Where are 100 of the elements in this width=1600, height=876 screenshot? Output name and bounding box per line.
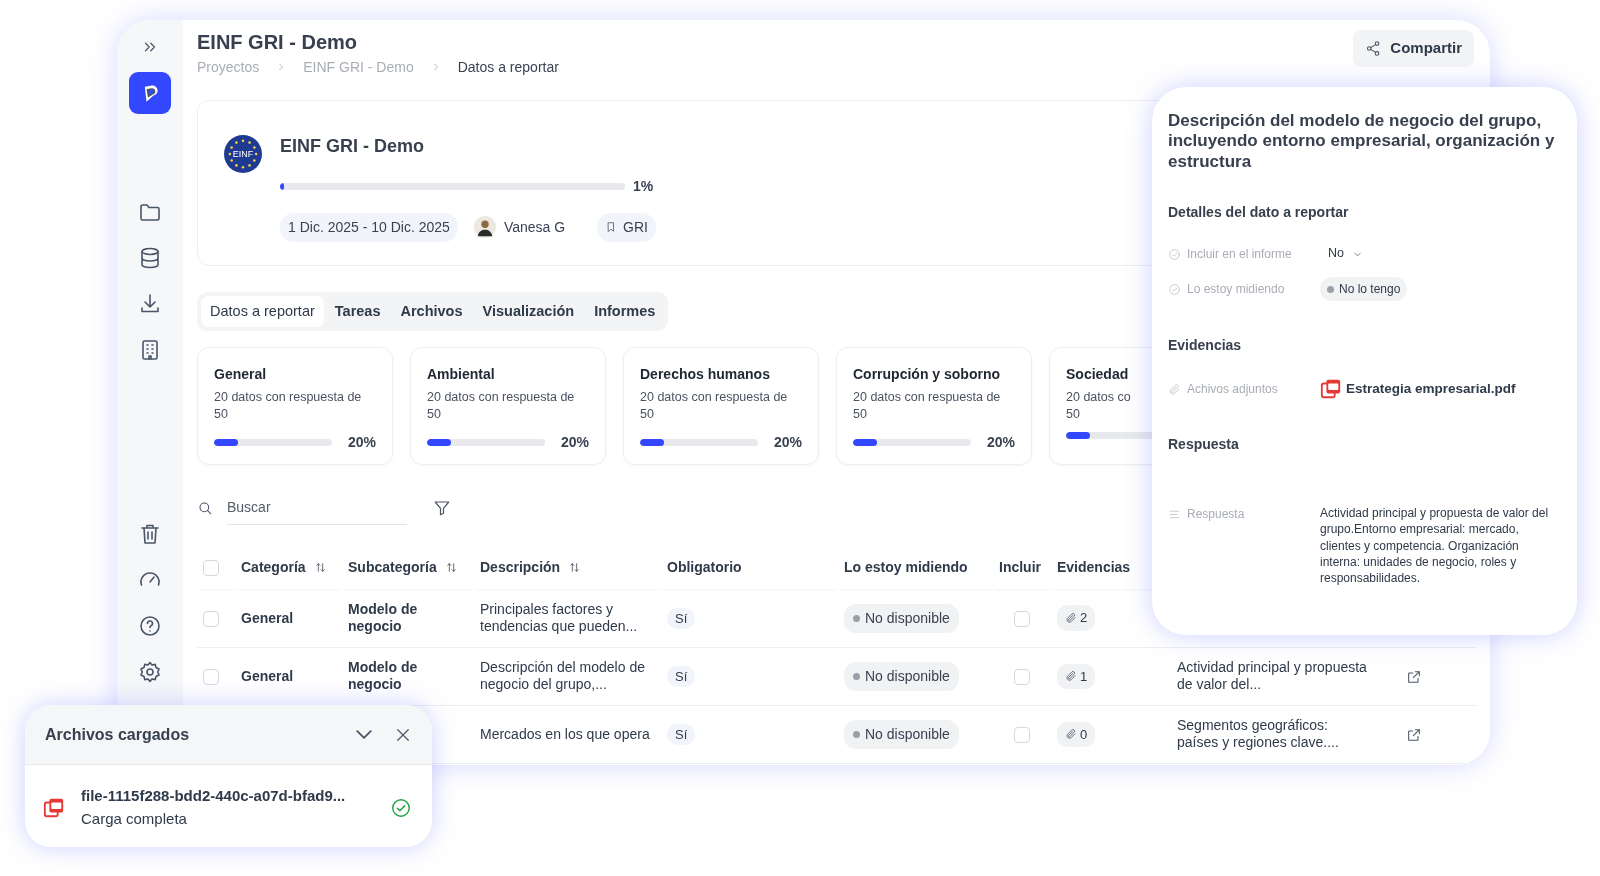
avatar-icon — [473, 216, 496, 238]
table-cell-text: Mercados en los que opera — [480, 725, 651, 743]
field-label: Respuesta — [1187, 506, 1245, 524]
emblem-icon — [224, 134, 262, 173]
evidence-count[interactable]: 1 — [1057, 663, 1096, 689]
paperclip-icon — [1065, 670, 1077, 683]
status-dot — [853, 730, 860, 738]
column-header[interactable]: Descripción — [480, 556, 582, 578]
open-link-button[interactable] — [1406, 669, 1422, 686]
category-title: Ambiental — [427, 365, 496, 385]
page-title: EINF GRI - Demo — [197, 30, 357, 54]
tab[interactable]: Informes — [585, 295, 665, 328]
status-dot — [853, 672, 860, 680]
tab[interactable]: Datos a reportar — [201, 295, 324, 328]
response-text: Actividad principal y propuesta de valor del grupo.Entorno empresarial: mercado, clientes y competencia. Organización interna: unidades de negocio, roles y responsabilidades. — [1320, 505, 1550, 587]
tab[interactable]: Archivos — [391, 295, 472, 328]
help-icon[interactable] — [138, 614, 162, 638]
include-checkbox[interactable] — [1014, 669, 1030, 686]
sort-icon[interactable] — [568, 560, 582, 574]
panel-title: Archivos cargados — [45, 724, 191, 745]
status-pill: No disponible — [844, 661, 959, 691]
external-link-icon — [1406, 727, 1422, 744]
category-title: Sociedad — [1066, 365, 1130, 385]
field-label: Incluir en el informe — [1187, 246, 1292, 264]
mandatory-pill: Sí — [667, 607, 696, 629]
status-dot — [853, 614, 860, 622]
table-cell-text: Modelo de negocio — [348, 601, 419, 635]
section-heading: Detalles del dato a reportar — [1168, 203, 1350, 223]
chevron-down-icon — [356, 730, 372, 739]
check-circle-icon — [1168, 282, 1181, 296]
status-pill: No disponible — [844, 719, 959, 749]
category-title: General — [214, 365, 268, 385]
category-card[interactable]: Ambiental 20 datos con respuesta de 50 20% — [410, 347, 606, 466]
column-header[interactable]: Subcategoría — [348, 556, 458, 578]
emblem-text: EINF — [232, 149, 254, 158]
breadcrumb-link[interactable]: Datos a reportar — [457, 56, 559, 78]
status-dot — [1327, 285, 1334, 293]
row-checkbox[interactable] — [203, 610, 219, 627]
evidence-count[interactable]: 0 — [1057, 721, 1096, 747]
file-name: file-1115f288-bdd2-440c-a07d-bfad9... — [81, 786, 347, 806]
table-cell-text: Actividad principal y propuesta de valor del... — [1177, 659, 1368, 694]
search-field[interactable]: Buscar — [227, 491, 407, 526]
column-header[interactable]: Categoría — [241, 556, 327, 578]
filter-icon — [433, 499, 451, 518]
include-checkbox[interactable] — [1014, 610, 1030, 627]
status-pill: No lo tengo — [1320, 277, 1408, 302]
app-logo[interactable] — [129, 72, 171, 114]
paperclip-icon — [1168, 382, 1181, 396]
tag-chip: GRI — [597, 212, 656, 242]
collapse-button[interactable] — [356, 730, 372, 739]
filter-button[interactable] — [433, 499, 451, 518]
category-card[interactable]: Corrupción y soborno 20 datos con respuesta de 50 20% — [836, 347, 1032, 466]
share-button[interactable]: Compartir — [1353, 30, 1474, 67]
status-pill: No disponible — [844, 603, 959, 633]
category-title: Corrupción y soborno — [853, 365, 1001, 385]
field-label: Lo estoy midiendo — [1187, 281, 1285, 299]
panel-title: Descripción del modelo de negocio del grupo, incluyendo entorno empresarial, organización y estructura — [1168, 111, 1556, 173]
column-header: Incluir — [999, 557, 1041, 577]
pdf-file-icon — [1320, 378, 1342, 401]
category-card[interactable]: General 20 datos con respuesta de 50 20% — [197, 347, 393, 466]
column-header: Obligatorio — [667, 557, 742, 577]
table-cell: General — [241, 609, 294, 626]
paperclip-icon — [1065, 728, 1077, 741]
category-description: 20 datos con respuesta de 50 — [640, 389, 788, 422]
date-range-chip: 1 Dic. 2025 - 10 Dic. 2025 — [280, 212, 458, 242]
sort-icon[interactable] — [313, 560, 327, 574]
pdf-file-icon — [43, 796, 65, 819]
row-checkbox[interactable] — [203, 669, 219, 686]
sort-icon[interactable] — [444, 560, 458, 574]
owner-name: Vanesa G — [503, 217, 566, 237]
check-circle-icon — [1168, 247, 1181, 261]
trash-icon[interactable] — [138, 522, 162, 546]
category-card[interactable]: Derechos humanos 20 datos con respuesta de 50 20% — [623, 347, 819, 466]
column-header: Evidencias — [1057, 557, 1131, 577]
attachment-link[interactable]: Estrategia empresarial.pdf — [1346, 379, 1516, 400]
section-heading: Respuesta — [1168, 435, 1240, 455]
column-header: Lo estoy midiendo — [844, 557, 968, 577]
category-description: 20 datos con respuesta de 50 — [427, 389, 575, 422]
settings-icon[interactable] — [138, 660, 162, 684]
table-cell-text: Principales factores y tendencias que pueden... — [480, 601, 639, 635]
project-name: EINF GRI - Demo — [280, 134, 425, 158]
include-select[interactable]: No — [1328, 245, 1363, 263]
category-description: 20 datos con respuesta de 50 — [853, 389, 1001, 422]
select-all-checkbox[interactable] — [203, 560, 219, 577]
tab[interactable]: Tareas — [325, 295, 390, 328]
progress-percent: 20% — [773, 432, 802, 452]
evidence-count[interactable]: 2 — [1057, 605, 1096, 631]
include-checkbox[interactable] — [1014, 727, 1030, 744]
open-link-button[interactable] — [1406, 727, 1422, 744]
progress-percent: 20% — [560, 432, 589, 452]
paperclip-icon — [1065, 612, 1077, 624]
progress-percent: 20% — [986, 432, 1015, 452]
table-cell-text: Modelo de negocio — [348, 659, 419, 694]
tab[interactable]: Visualización — [473, 295, 584, 328]
progress-percent: 20% — [347, 432, 376, 452]
table-cell-text: Segmentos geográficos: países y regiones clave.... — [1177, 717, 1340, 752]
database-icon[interactable] — [138, 246, 162, 270]
table-cell-text: Descripción del modelo de negocio del grupo,... — [480, 659, 646, 694]
upload-status: Carga completa — [81, 808, 188, 829]
mandatory-pill: Sí — [667, 665, 696, 687]
